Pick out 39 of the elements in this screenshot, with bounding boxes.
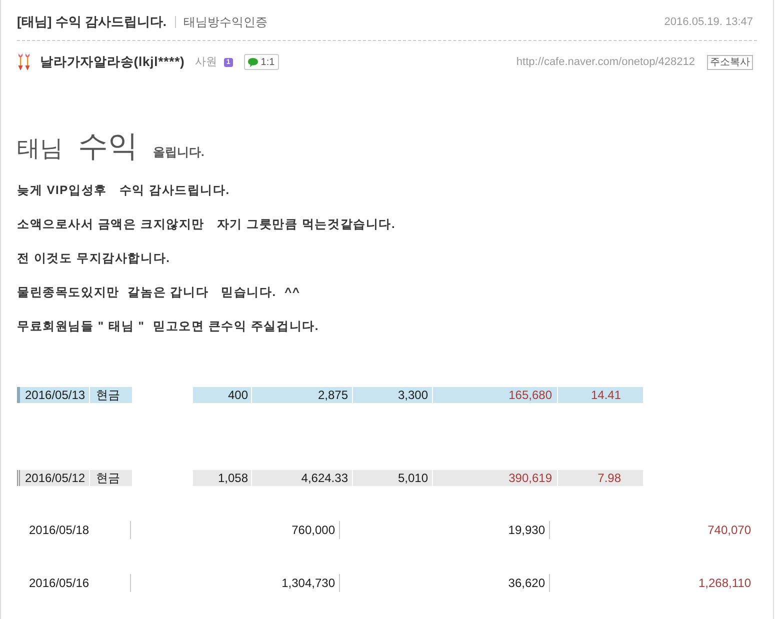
table-cell: 7.98 <box>558 470 644 486</box>
body-paragraph: 물린종목도있지만 갈놈은 갑니다 믿습니다. ^^ <box>17 284 300 301</box>
headline-text: 수익 <box>78 129 138 165</box>
category-link[interactable]: 태님방수익인증 <box>184 13 268 31</box>
table-cell: 2,875 <box>252 387 353 403</box>
chat-icon <box>248 58 258 66</box>
table-cell-text: 2016/05/16 <box>28 575 90 592</box>
table-cell: 400 <box>193 387 252 403</box>
table-cell: 4,624.33 <box>252 470 353 486</box>
table-cell: 390,619 <box>433 470 558 486</box>
headline-text: 태님 <box>17 134 63 163</box>
post-date: 2016.05.19. 13:47 <box>664 14 753 30</box>
table-cell: 36,620 <box>339 574 549 592</box>
table-cell: 1,304,730 <box>130 574 339 592</box>
body-paragraph: 소액으로사서 금액은 크지않지만 자기 그릇만큼 먹는것같습니다. <box>17 216 396 233</box>
headline-text: 올립니다. <box>153 144 204 161</box>
table-cell: 3,300 <box>353 387 433 403</box>
table-cell: 5,010 <box>353 470 433 486</box>
post-title: [태님] 수익 감사드립니다. <box>17 13 166 32</box>
table-cell: 19,930 <box>339 521 549 539</box>
table-cell: 2016/05/13 <box>17 387 89 403</box>
table-cell: 760,000 <box>130 521 339 539</box>
body-paragraph: 늦게 VIP입성후 수익 감사드립니다. <box>17 182 230 199</box>
table-cell-text: 2016/05/18 <box>28 522 90 539</box>
table-cell: 740,070 <box>549 521 754 539</box>
table-cell: 14.41 <box>558 387 644 403</box>
table-cell: 2016/05/12 <box>17 470 89 486</box>
table-cell: 1,268,110 <box>549 574 754 592</box>
chat-button[interactable]: 1:1 <box>244 54 279 70</box>
body-paragraph: 전 이것도 무지감사합니다. <box>17 250 170 267</box>
body-paragraph: 무료회원님들 " 태님 " 믿고오면 큰수익 주실겁니다. <box>17 318 320 335</box>
member-rank: 사원 <box>194 54 217 70</box>
table-cell: 현금 <box>89 387 132 403</box>
table-cell: 현금 <box>89 470 132 486</box>
table-cell: 1,058 <box>193 470 252 486</box>
table-cell: 165,680 <box>433 387 558 403</box>
arrows-icon <box>17 53 31 71</box>
author-name[interactable]: 날라가자알라송(lkjl****) <box>40 52 185 72</box>
copy-address-button[interactable]: 주소복사 <box>707 54 753 70</box>
